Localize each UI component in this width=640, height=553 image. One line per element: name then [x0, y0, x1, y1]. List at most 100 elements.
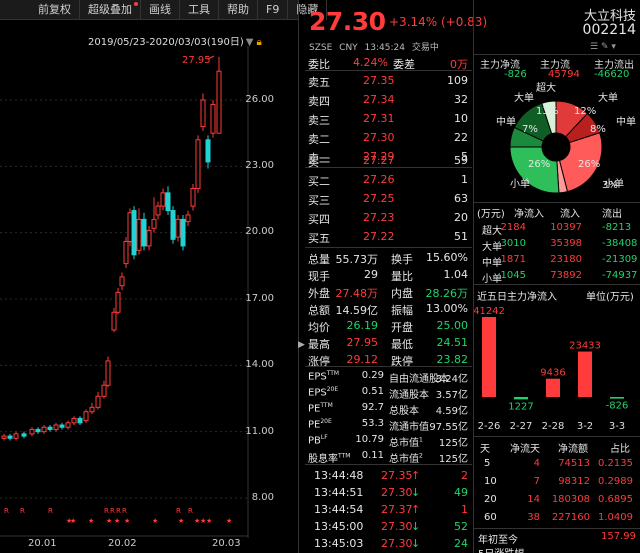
y-tick-26: 26.00	[245, 94, 274, 105]
candle-body	[185, 214, 191, 223]
event-marker-star-icon[interactable]: ★	[114, 517, 120, 525]
ask-row[interactable]: 卖三 27.31 10	[305, 109, 472, 128]
bid-row[interactable]: 买二 27.26 1	[305, 170, 472, 189]
flow-table-out: -21309	[602, 254, 638, 265]
bid-row[interactable]: 买五 27.22 51	[305, 227, 472, 246]
fund-label: EPS20E	[308, 386, 339, 399]
candle-body	[1, 435, 7, 439]
arrow-down-icon: ↓	[411, 486, 421, 499]
days-table-pct: 0.6895	[598, 494, 633, 505]
ask-row[interactable]: 卖五 27.35 109	[305, 71, 472, 90]
candlestick-svg[interactable]: R R R★★ ★R R R R★ ★ ★ ★R R★ ★ ★ ★ ★ 27.95	[0, 46, 298, 538]
event-marker-r[interactable]: R	[188, 507, 193, 515]
days-table-n: 38	[527, 512, 540, 523]
bid-price: 27.27	[363, 154, 395, 167]
stat-value: 1.04	[443, 268, 469, 281]
arrow-up-icon: ↑	[411, 503, 421, 516]
candle-body	[123, 241, 129, 265]
status-label: 交易中	[411, 43, 439, 53]
event-marker-star-icon[interactable]: ★	[70, 517, 76, 525]
toolbar-fuquan[interactable]: 前复权	[0, 0, 80, 20]
event-marker-r[interactable]: R	[20, 507, 25, 515]
bid-row[interactable]: 买四 27.23 20	[305, 208, 472, 227]
x-axis: 20.01 20.02 20.03	[0, 538, 248, 553]
event-marker-star-icon[interactable]: ★	[124, 517, 130, 525]
kline-chart-panel[interactable]: 前复权 超级叠加 画线 工具 帮助 F9 隐藏 2019/05/23-2020/…	[0, 0, 328, 553]
bid-volume: 63	[454, 192, 468, 205]
exchange-info: SZSE CNY 13:45:24 交易中	[309, 40, 443, 53]
bid-price: 27.25	[363, 192, 395, 205]
days-table-head: 净流天	[510, 444, 540, 455]
edit-icon[interactable]: ✎	[601, 42, 609, 52]
event-marker-star-icon[interactable]: ★	[88, 517, 94, 525]
bid-row[interactable]: 买三 27.25 63	[305, 189, 472, 208]
flow-table-out: -38408	[602, 238, 638, 249]
event-marker-r[interactable]: R	[116, 507, 121, 515]
candle-body	[127, 212, 133, 243]
candle-body	[131, 210, 137, 256]
donut-pct: 8%	[590, 124, 606, 135]
event-marker-star-icon[interactable]: ★	[226, 517, 232, 525]
event-marker-r[interactable]: R	[104, 507, 109, 515]
more-icon[interactable]: ▾	[611, 42, 616, 52]
days-table-amt: 227160	[551, 512, 590, 523]
tick-price: 27.35	[381, 469, 413, 482]
five-day-bar	[578, 351, 592, 397]
five-day-value: 9436	[540, 368, 565, 379]
toolbar-overlay[interactable]: 超级叠加	[80, 0, 141, 20]
ask-volume: 32	[454, 93, 468, 106]
stat-value: 26.19	[346, 319, 379, 332]
bid-label: 买二	[308, 175, 330, 188]
event-marker-star-icon[interactable]: ★	[106, 517, 112, 525]
days-table-head: 净流额	[558, 444, 588, 455]
candle-body	[141, 218, 147, 247]
list-icon[interactable]: ☰	[590, 42, 598, 52]
tick-time: 13:44:48	[314, 469, 364, 482]
event-marker-r[interactable]: R	[122, 507, 127, 515]
tick-row[interactable]: 13:45:03 27.30 ↓ 24	[305, 534, 472, 553]
bid-row[interactable]: 买一 27.27 59	[305, 151, 472, 170]
candle-body	[83, 411, 89, 422]
candle-body	[210, 103, 216, 134]
fund-value: 10.79	[355, 434, 384, 445]
tick-time: 13:45:00	[314, 520, 364, 533]
fund-value: 92.7	[361, 402, 384, 413]
ask-row[interactable]: 卖二 27.30 22	[305, 128, 472, 147]
toolbar-help[interactable]: 帮助	[219, 0, 258, 20]
toolbar-f9[interactable]: F9	[258, 0, 289, 20]
donut-label-large-in: 大单	[598, 93, 618, 104]
stat-value: 29.12	[346, 353, 379, 366]
days-table-head: 天	[480, 444, 490, 455]
flow-table-kind: 中单	[482, 258, 502, 269]
event-marker-star-icon[interactable]: ★	[178, 517, 184, 525]
event-marker-r[interactable]: R	[110, 507, 115, 515]
donut-label-large-out: 大单	[514, 93, 534, 104]
event-marker-r[interactable]: R	[48, 507, 53, 515]
x-tick: 20.01	[28, 538, 57, 549]
flow-table-in: 23180	[550, 254, 582, 265]
fund-value: 53.3	[361, 418, 384, 429]
five-day-unit: 单位(万元)	[586, 292, 634, 303]
toolbar-draw[interactable]: 画线	[141, 0, 180, 20]
ytd-value: 157.99	[601, 531, 636, 542]
five-day-value: 1227	[508, 401, 533, 412]
toolbar-tools[interactable]: 工具	[180, 0, 219, 20]
candle-body	[29, 428, 35, 435]
donut-label-superlarge: 超大	[536, 83, 556, 94]
event-marker-star-icon[interactable]: ★	[206, 517, 212, 525]
flow-table-net: -3010	[496, 238, 526, 249]
flow-table-in: 10397	[550, 222, 582, 233]
event-marker-r[interactable]: R	[4, 507, 9, 515]
candle-body	[136, 218, 142, 251]
arrow-down-icon: ↓	[411, 520, 421, 533]
fund-label: PETTM	[308, 402, 333, 415]
event-marker-star-icon[interactable]: ★	[152, 517, 158, 525]
candle-body	[65, 422, 71, 428]
event-marker-r[interactable]: R	[176, 507, 181, 515]
donut-pct: 3%	[602, 180, 618, 191]
stat-value: 29	[364, 268, 378, 281]
candle-body	[35, 428, 41, 433]
ask-row[interactable]: 卖四 27.34 32	[305, 90, 472, 109]
flow-table-in: 35398	[550, 238, 582, 249]
current-price: 27.30	[309, 7, 386, 36]
